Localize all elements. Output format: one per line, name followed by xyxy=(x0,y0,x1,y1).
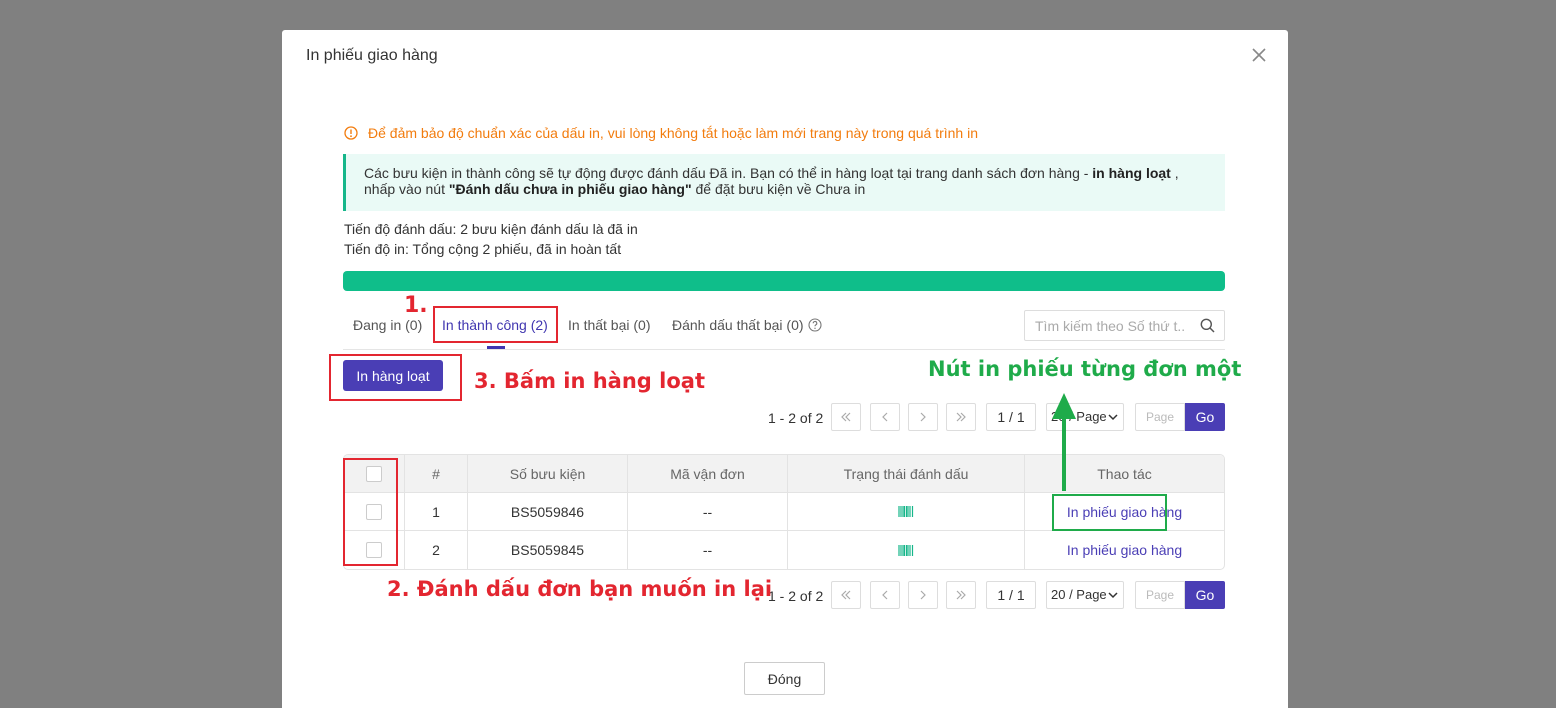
barcode-icon xyxy=(898,544,914,556)
chevron-right-icon xyxy=(920,412,926,422)
row-mark-status xyxy=(788,531,1025,569)
page-info: 1 / 1 xyxy=(986,581,1036,609)
row-parcel: BS5059846 xyxy=(468,493,628,530)
chevron-right-icon xyxy=(920,590,926,600)
page-jump-input[interactable]: Page xyxy=(1135,403,1185,431)
chevron-down-icon xyxy=(1108,592,1118,599)
double-chevron-right-icon xyxy=(956,590,966,600)
row-tracking: -- xyxy=(628,531,788,569)
chevron-left-icon xyxy=(882,590,888,600)
header-tracking: Mã vận đơn xyxy=(628,455,788,492)
first-page-button[interactable] xyxy=(831,581,861,609)
progress-mark-text: Tiến độ đánh dấu: 2 bưu kiện đánh dấu là… xyxy=(344,221,638,237)
page-info: 1 / 1 xyxy=(986,403,1036,431)
annotation-box-bulk-print xyxy=(329,354,462,401)
row-mark-status xyxy=(788,493,1025,530)
barcode-icon xyxy=(898,506,914,517)
row-index: 1 xyxy=(405,493,468,530)
info-text-3: để đặt bưu kiện về Chưa in xyxy=(691,181,866,197)
row-tracking: -- xyxy=(628,493,788,530)
info-box: Các bưu kiện in thành công sẽ tự động đư… xyxy=(343,154,1225,211)
warning-message: Để đảm bảo độ chuẩn xác của dấu in, vui … xyxy=(344,125,978,141)
search-input[interactable] xyxy=(1025,311,1185,340)
pagination-count: 1 - 2 of 2 xyxy=(768,410,824,426)
arrow-up-icon xyxy=(1052,393,1076,491)
row-parcel: BS5059845 xyxy=(468,531,628,569)
double-chevron-right-icon xyxy=(956,412,966,422)
search-box[interactable] xyxy=(1024,310,1225,341)
print-delivery-slip-link[interactable]: In phiếu giao hàng xyxy=(1067,542,1182,558)
double-chevron-left-icon xyxy=(841,590,851,600)
page-size-select[interactable]: 20 / Page xyxy=(1046,581,1124,609)
go-button[interactable]: Go xyxy=(1185,403,1225,431)
first-page-button[interactable] xyxy=(831,403,861,431)
warning-text: Để đảm bảo độ chuẩn xác của dấu in, vui … xyxy=(368,125,978,141)
page-size-value: 20 / Page xyxy=(1051,587,1107,602)
warning-icon xyxy=(344,126,358,140)
table-row: 2 BS5059845 -- In phiếu giao hàng xyxy=(344,531,1224,569)
tab-mark-failed[interactable]: Đánh dấu thất bại (0) xyxy=(672,317,822,333)
next-page-button[interactable] xyxy=(908,403,938,431)
search-icon[interactable] xyxy=(1200,318,1215,333)
go-button[interactable]: Go xyxy=(1185,581,1225,609)
close-button[interactable]: Đóng xyxy=(744,662,825,695)
annotation-box-single-print xyxy=(1052,494,1167,531)
prev-page-button[interactable] xyxy=(870,403,900,431)
chevron-left-icon xyxy=(882,412,888,422)
help-icon[interactable] xyxy=(807,318,822,332)
annotation-step-1: 1. xyxy=(404,293,428,318)
next-page-button[interactable] xyxy=(908,581,938,609)
chevron-down-icon xyxy=(1108,414,1118,421)
annotation-single-print: Nút in phiếu từng đơn một xyxy=(928,357,1242,381)
close-icon[interactable] xyxy=(1250,46,1268,64)
active-tab-indicator xyxy=(487,346,505,349)
header-parcel: Số bưu kiện xyxy=(468,455,628,492)
header-mark-status: Trạng thái đánh dấu xyxy=(788,455,1025,492)
row-index: 2 xyxy=(405,531,468,569)
double-chevron-left-icon xyxy=(841,412,851,422)
last-page-button[interactable] xyxy=(946,581,976,609)
pagination-count: 1 - 2 of 2 xyxy=(768,588,824,604)
table-header-row: # Số bưu kiện Mã vận đơn Trạng thái đánh… xyxy=(344,455,1224,493)
annotation-box-checkboxes xyxy=(343,458,398,566)
tab-mark-failed-label: Đánh dấu thất bại (0) xyxy=(672,317,804,333)
info-bold-2: "Đánh dấu chưa in phiếu giao hàng" xyxy=(448,181,692,197)
pagination-top: 1 - 2 of 2 1 / 1 20 / Page Page Go xyxy=(282,403,1288,433)
progress-bar xyxy=(343,271,1225,291)
tab-print-failed[interactable]: In thất bại (0) xyxy=(568,317,651,333)
last-page-button[interactable] xyxy=(946,403,976,431)
info-text-1: Các bưu kiện in thành công sẽ tự động đư… xyxy=(364,165,1093,181)
header-index: # xyxy=(405,455,468,492)
info-bold-1: in hàng loạt xyxy=(1092,165,1171,181)
page-jump-input[interactable]: Page xyxy=(1135,581,1185,609)
annotation-step-3: 3. Bấm in hàng loạt xyxy=(474,369,705,393)
annotation-step-2: 2. Đánh dấu đơn bạn muốn in lại xyxy=(387,577,773,601)
progress-print-text: Tiến độ in: Tổng cộng 2 phiếu, đã in hoà… xyxy=(344,241,622,257)
tab-printing[interactable]: Đang in (0) xyxy=(353,317,422,333)
prev-page-button[interactable] xyxy=(870,581,900,609)
row-actions: In phiếu giao hàng xyxy=(1025,531,1224,569)
annotation-box-success-tab xyxy=(433,306,558,343)
modal-title: In phiếu giao hàng xyxy=(306,47,438,64)
